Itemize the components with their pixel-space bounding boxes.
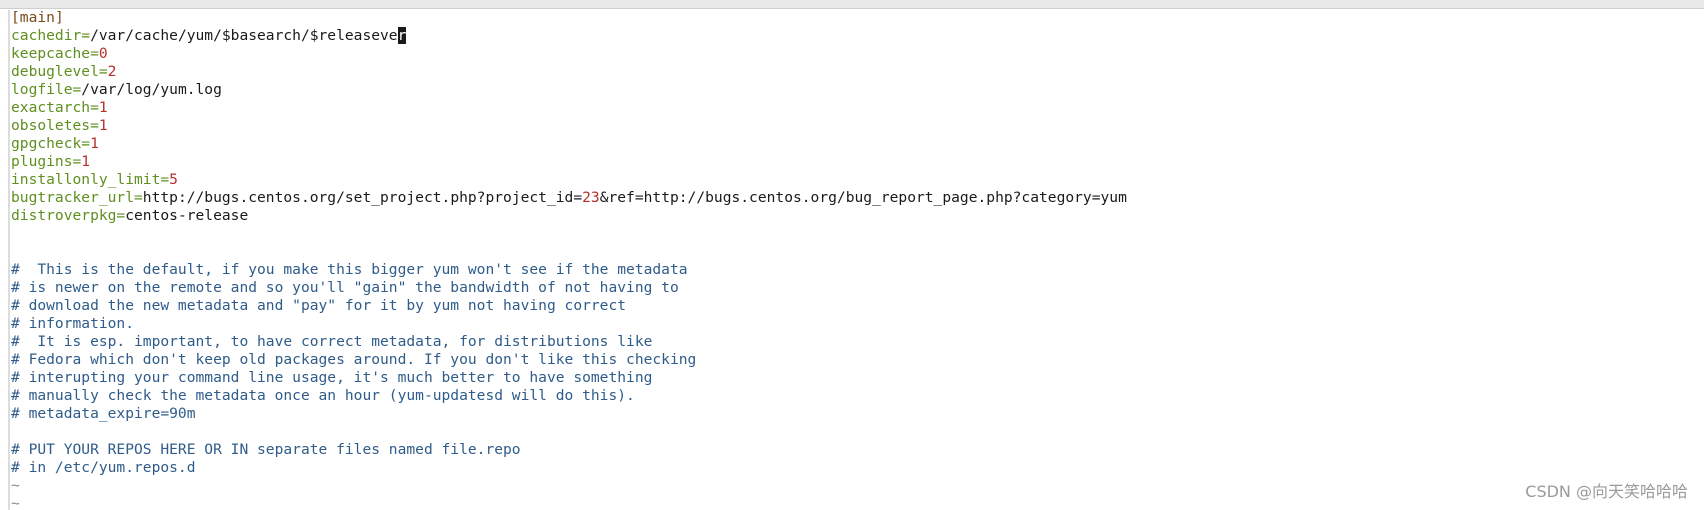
logfile-line: logfile=/var/log/yum.log: [11, 81, 1704, 99]
obsoletes-key: obsoletes=: [11, 117, 99, 134]
logfile-value: /var/log/yum.log: [81, 81, 222, 98]
section-header-line: [main]: [11, 9, 1704, 27]
plugins-value: 1: [81, 153, 91, 170]
cachedir-value: /var/cache/yum/$basearch/$releaseve: [90, 27, 398, 44]
csdn-watermark: CSDN @向天笑哈哈哈: [1525, 482, 1688, 501]
debuglevel-value: 2: [107, 63, 117, 80]
plugins-key: plugins=: [11, 153, 82, 170]
terminal-window[interactable]: [main] cachedir=/var/cache/yum/$basearch…: [0, 0, 1704, 510]
exactarch-line: exactarch=1: [11, 99, 1704, 117]
logfile-key: logfile=: [11, 81, 82, 98]
debuglevel-line: debuglevel=2: [11, 63, 1704, 81]
comment-line: # is newer on the remote and so you'll "…: [11, 279, 679, 296]
keepcache-line: keepcache=0: [11, 45, 1704, 63]
obsoletes-value: 1: [98, 117, 108, 134]
bugtracker-project-id: 23: [582, 189, 600, 206]
vim-editor-buffer[interactable]: [main] cachedir=/var/cache/yum/$basearch…: [11, 9, 1704, 510]
gpgcheck-line: gpgcheck=1: [11, 135, 1704, 153]
comment-line: # PUT YOUR REPOS HERE OR IN separate fil…: [11, 441, 521, 458]
section-name: main: [19, 9, 55, 26]
comment-line: # metadata_expire=90m: [11, 405, 196, 422]
comment-line: # interupting your command line usage, i…: [11, 369, 653, 386]
distroverpkg-value: centos-release: [125, 207, 249, 224]
comment-line: # manually check the metadata once an ho…: [11, 387, 635, 404]
installonly-limit-line: installonly_limit=5: [11, 171, 1704, 189]
keepcache-key: keepcache=: [11, 45, 99, 62]
exactarch-value: 1: [98, 99, 108, 116]
bugtracker-url-line: bugtracker_url=http://bugs.centos.org/se…: [11, 189, 1704, 207]
installonly-limit-key: installonly_limit=: [11, 171, 170, 188]
installonly-limit-value: 5: [169, 171, 178, 188]
comment-line: # It is esp. important, to have correct …: [11, 333, 653, 350]
text-cursor: r: [397, 27, 407, 44]
gpgcheck-value: 1: [90, 135, 99, 152]
keepcache-value: 0: [98, 45, 108, 62]
comment-line: # information.: [11, 315, 135, 332]
comment-line: # This is the default, if you make this …: [11, 261, 688, 278]
bugtracker-url-value-part2: &ref=http://bugs.centos.org/bug_report_p…: [599, 189, 1127, 206]
exactarch-key: exactarch=: [11, 99, 99, 116]
cachedir-line: cachedir=/var/cache/yum/$basearch/$relea…: [11, 27, 1704, 45]
cachedir-key: cachedir=: [11, 27, 91, 44]
obsoletes-line: obsoletes=1: [11, 117, 1704, 135]
section-open-bracket: [: [11, 9, 20, 26]
section-close-bracket: ]: [54, 9, 64, 26]
bugtracker-url-value-part1: http://bugs.centos.org/set_project.php?p…: [142, 189, 583, 206]
empty-buffer-tilde: ~: [11, 495, 20, 510]
plugins-line: plugins=1: [11, 153, 1704, 171]
window-top-bar: [0, 0, 1704, 9]
comment-line: # download the new metadata and "pay" fo…: [11, 297, 627, 314]
empty-buffer-tilde: ~: [11, 477, 20, 494]
distroverpkg-key: distroverpkg=: [11, 207, 126, 224]
debuglevel-key: debuglevel=: [11, 63, 108, 80]
bugtracker-url-key: bugtracker_url=: [11, 189, 143, 206]
distroverpkg-line: distroverpkg=centos-release: [11, 207, 1704, 225]
editor-gutter: [8, 10, 10, 510]
gpgcheck-key: gpgcheck=: [11, 135, 91, 152]
comment-line: # Fedora which don't keep old packages a…: [11, 351, 697, 368]
comment-line: # in /etc/yum.repos.d: [11, 459, 196, 476]
